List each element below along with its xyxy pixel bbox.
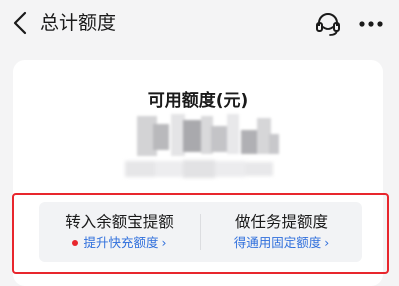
back-button[interactable]: [8, 9, 34, 37]
do-tasks-title: 做任务提额度: [234, 213, 328, 231]
boost-quick-credit-link[interactable]: 提升快充额度 ›: [39, 235, 200, 251]
red-dot-badge: [72, 239, 79, 246]
transfer-to-yuebao-action[interactable]: 转入余额宝提额 提升快充额度 ›: [39, 202, 200, 262]
more-dots-icon: [359, 21, 383, 27]
credit-boost-actions: 转入余额宝提额 提升快充额度 › 做任务提额度 得通用固定额度 ›: [39, 202, 362, 262]
masked-credit-amount: [137, 114, 283, 158]
page-title: 总计额度: [40, 12, 117, 34]
more-button[interactable]: [355, 10, 387, 38]
masked-credit-note: [125, 158, 275, 180]
chevron-left-icon: [13, 11, 27, 35]
customer-service-headset-icon: [316, 13, 340, 36]
fixed-credit-label: 得通用固定额度: [233, 235, 322, 250]
transfer-to-yuebao-title: 转入余额宝提额: [65, 213, 174, 231]
fixed-credit-link[interactable]: 得通用固定额度 ›: [201, 235, 362, 251]
credit-total-page: 总计额度 可用额度(元) 转入余额宝提额 提升快充额度 › 做任务提额度 得通用…: [0, 0, 399, 286]
customer-service-button[interactable]: [313, 10, 343, 38]
boost-quick-credit-label: 提升快充额度: [83, 235, 159, 250]
chevron-right-icon: ›: [324, 235, 330, 250]
nav-bar: 总计额度: [0, 0, 399, 48]
available-credit-label: 可用额度(元): [147, 91, 249, 111]
do-tasks-action[interactable]: 做任务提额度 得通用固定额度 ›: [201, 202, 362, 262]
chevron-right-icon: ›: [161, 235, 167, 250]
